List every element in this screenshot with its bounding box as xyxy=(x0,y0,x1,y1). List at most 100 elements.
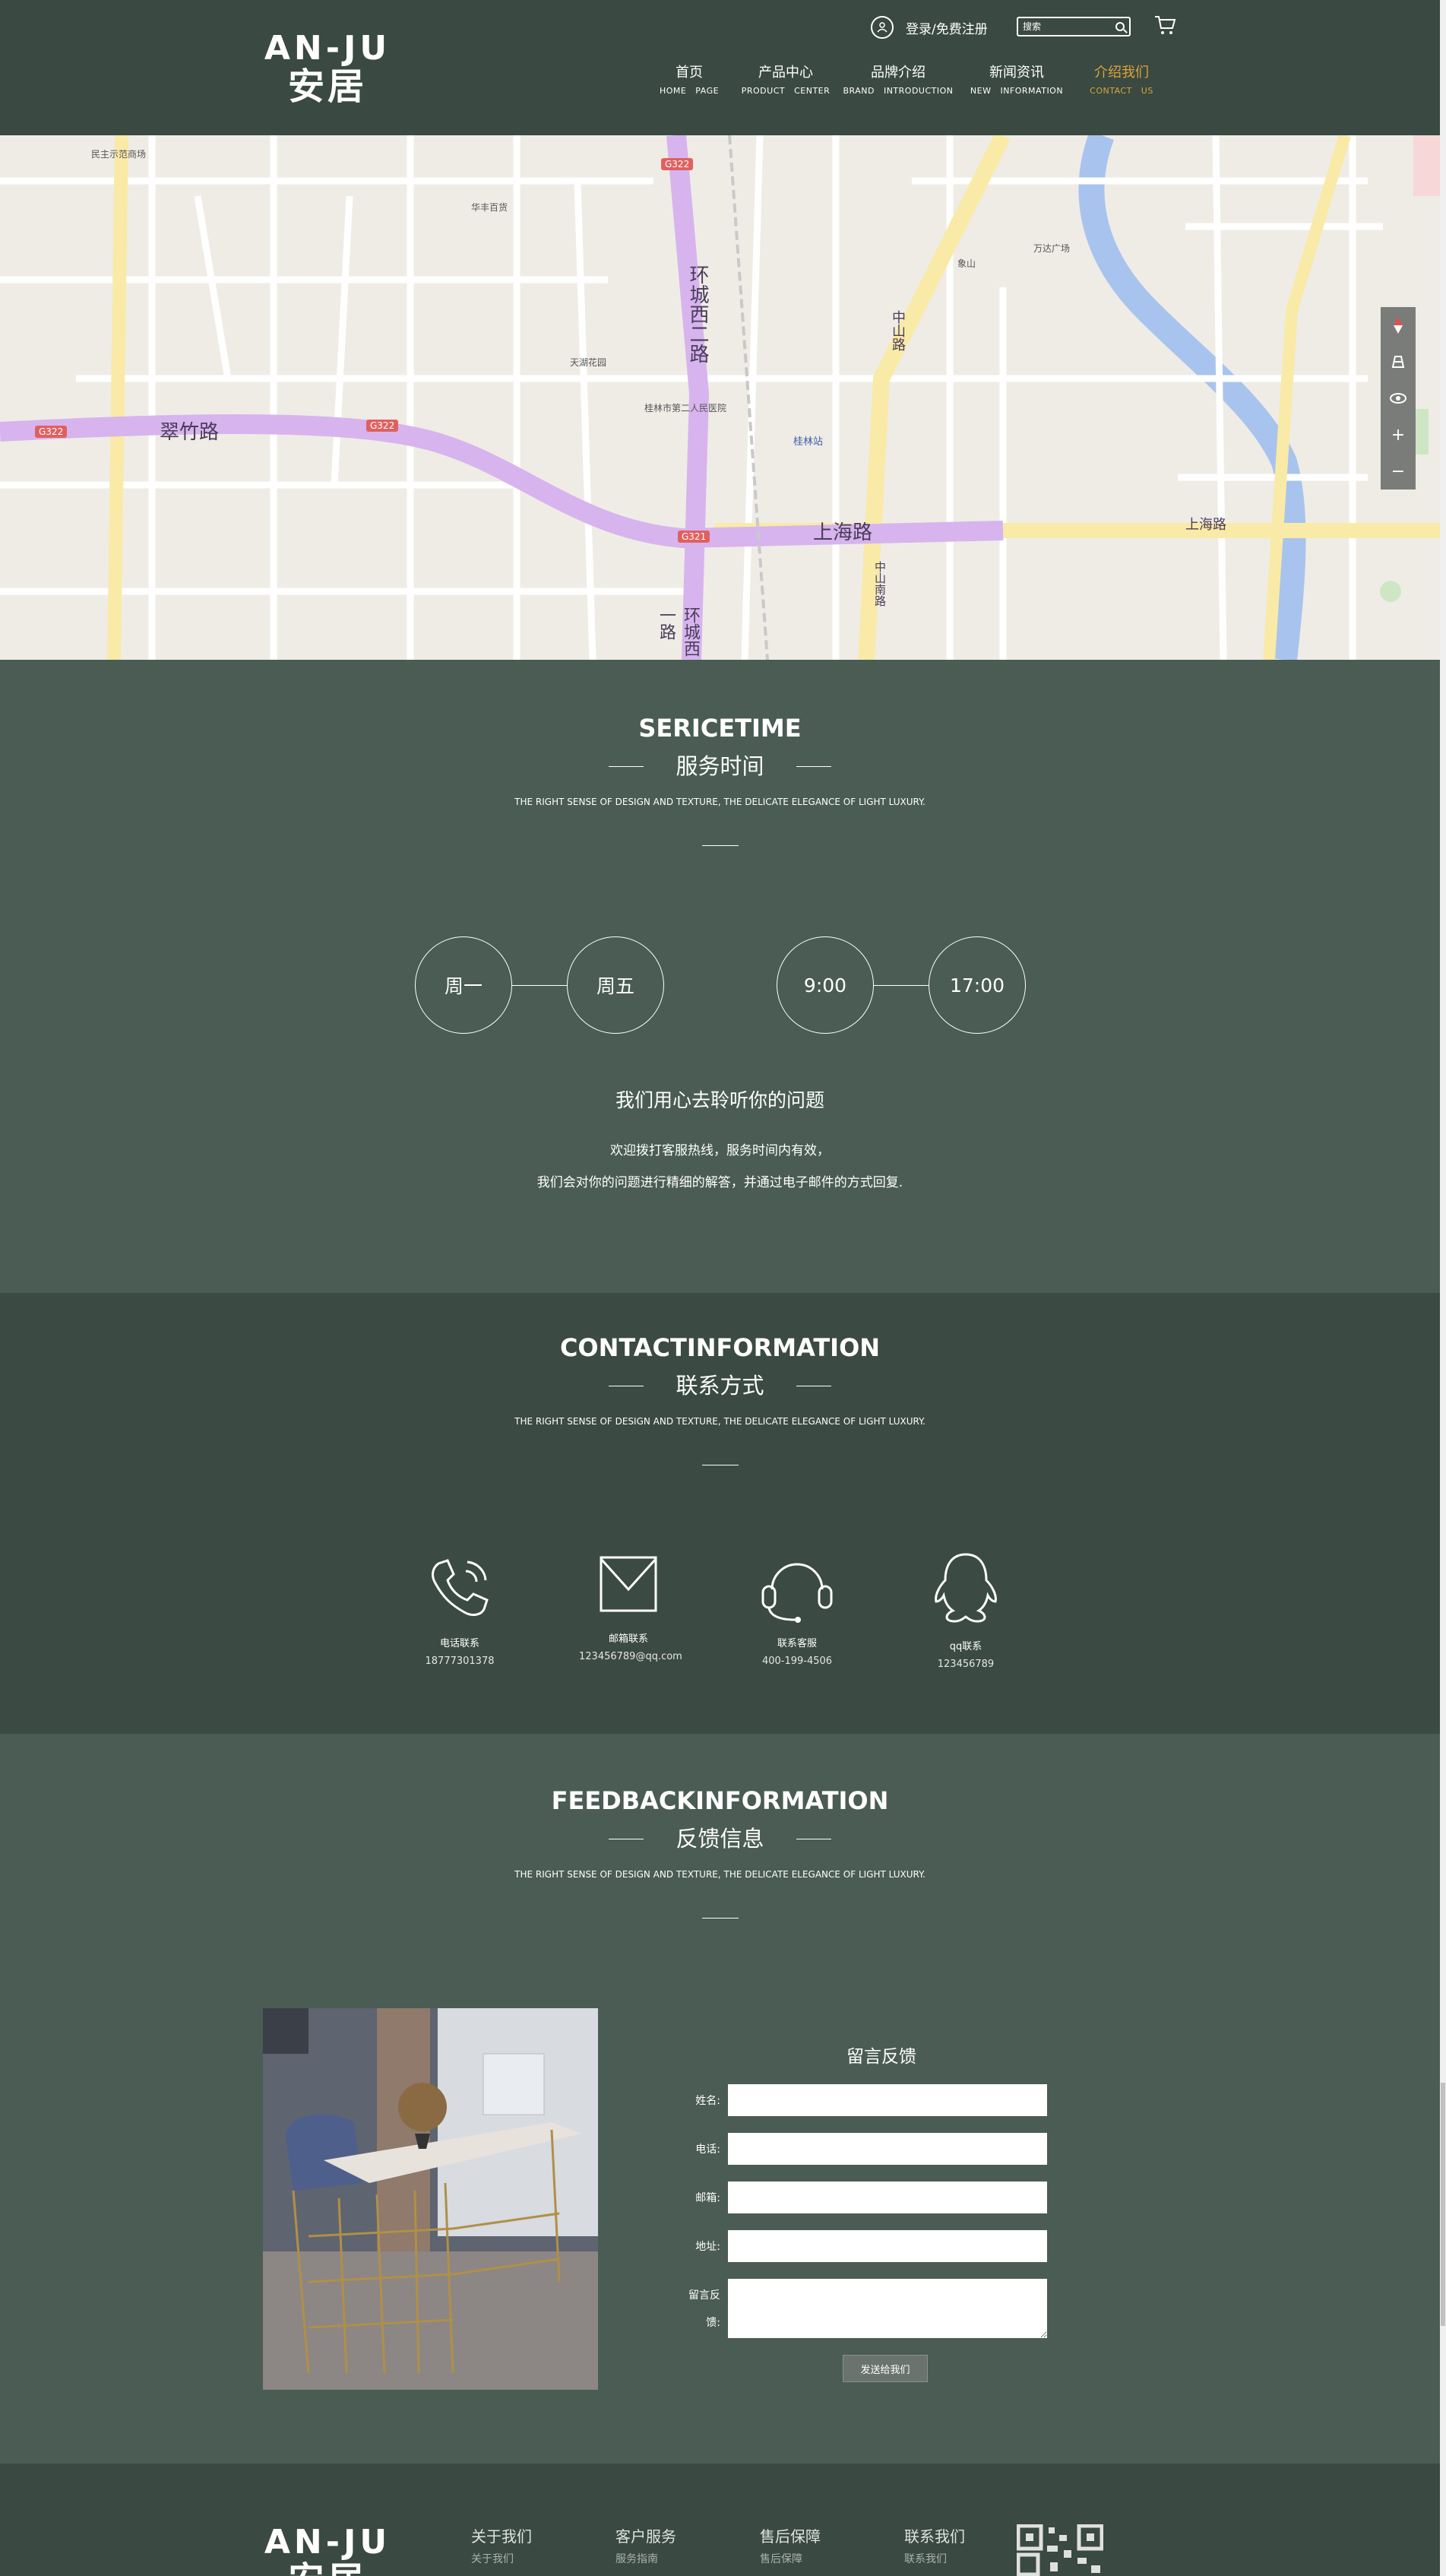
footer-col-heading[interactable]: 售后保障 xyxy=(760,2524,904,2546)
footer-col-heading[interactable]: 客户服务 xyxy=(615,2524,760,2546)
contact-label: 电话联系 xyxy=(439,1638,479,1649)
footer-col-heading[interactable]: 关于我们 xyxy=(471,2524,615,2546)
contact-label: 联系客服 xyxy=(777,1638,817,1649)
message-label-line: 馈: xyxy=(706,2317,720,2329)
map-label-zhongshan: 中山路 xyxy=(890,310,906,351)
user-icon[interactable] xyxy=(871,16,894,39)
message-field[interactable] xyxy=(728,2279,1047,2338)
feedback-title-cn: 反馈信息 xyxy=(676,1826,764,1852)
service-title-cn: 服务时间 xyxy=(676,753,764,779)
map-label-cuizhu: 翠竹路 xyxy=(160,421,220,444)
headset-icon xyxy=(761,1563,833,1623)
map-poi[interactable]: 万达广场 xyxy=(1033,242,1070,255)
divider xyxy=(701,845,739,846)
map-badge-g322: G322 xyxy=(35,426,68,438)
title-line-right xyxy=(796,765,831,767)
map-controls: + − xyxy=(1381,307,1416,490)
day-start-circle: 周一 xyxy=(415,936,512,1034)
name-label: 姓名: xyxy=(695,2095,720,2107)
address-field[interactable] xyxy=(728,2230,1047,2262)
compass-icon[interactable] xyxy=(1381,307,1416,344)
service-hours: 周一 周五 9:00 17:00 xyxy=(415,936,1026,1035)
nav-home[interactable]: 首页 HOME PAGE xyxy=(646,62,732,99)
footer-col-service: 客户服务 服务指南 xyxy=(615,2524,760,2566)
page-scrollbar-thumb[interactable] xyxy=(1441,2083,1445,2326)
map-poi[interactable]: 天湖花园 xyxy=(570,356,606,369)
nav-brand-label: 品牌介绍 xyxy=(871,65,926,81)
mail-icon xyxy=(600,1556,657,1612)
user-area: 登录/免费注册 xyxy=(871,15,988,40)
service-heading: 我们用心去聆听你的问题 xyxy=(615,1089,824,1111)
eye-icon[interactable] xyxy=(1381,380,1416,417)
feedback-title-en: FEEDBACKINFORMATION xyxy=(551,1786,889,1815)
nav-products-sublabel: PRODUCT CENTER xyxy=(741,86,831,96)
nav-home-label: 首页 xyxy=(676,65,703,81)
site-footer: AN-JU 安居 关于我们 关于我们 客户服务 服务指南 售后保障 售后保障 联… xyxy=(0,2464,1440,2576)
phone-icon xyxy=(432,1559,489,1616)
footer-col-about: 关于我们 关于我们 xyxy=(471,2524,615,2566)
cart-icon[interactable] xyxy=(1153,14,1176,36)
contact-value: 123456789@qq.com xyxy=(579,1651,682,1662)
search-input[interactable] xyxy=(1023,21,1106,32)
day-end-circle: 周五 xyxy=(567,936,664,1034)
email-field[interactable] xyxy=(728,2182,1047,2213)
nav-news[interactable]: 新闻资讯 NEW INFORMATION xyxy=(957,62,1076,99)
zoom-out-icon[interactable]: − xyxy=(1381,453,1416,490)
map-poi[interactable]: 象山 xyxy=(957,257,976,270)
contact-title-cn: 联系方式 xyxy=(676,1373,764,1399)
nav-news-label: 新闻资讯 xyxy=(989,65,1044,81)
logo[interactable]: AN-JU 安居 xyxy=(263,30,392,107)
footer-col-link[interactable]: 售后保障 xyxy=(760,2551,904,2566)
contact-phone[interactable]: 电话联系 18777301378 xyxy=(410,1551,509,1667)
map-poi[interactable]: 民主示范商场 xyxy=(91,147,146,160)
message-label-line: 留言反 xyxy=(688,2289,720,2302)
footer-links: 关于我们 关于我们 客户服务 服务指南 售后保障 售后保障 联系我们 联系我们 xyxy=(471,2524,1049,2566)
main-nav: 首页 HOME PAGE 产品中心 PRODUCT CENTER 品牌介绍 BR… xyxy=(646,62,1167,99)
service-time-section: SERICETIME 服务时间 THE RIGHT SENSE OF DESIG… xyxy=(0,660,1440,1293)
phone-field[interactable] xyxy=(728,2133,1047,2165)
map-poi[interactable]: 华丰百货 xyxy=(471,201,508,214)
service-text-line: 欢迎拨打客服热线，服务时间内有效， xyxy=(610,1143,830,1158)
location-map[interactable]: 翠竹路 上海路 上海路 环城西一路 环城西二路 中山路 中山南路 G322 G3… xyxy=(0,135,1440,660)
search-icon[interactable] xyxy=(1115,22,1125,31)
zoom-in-icon[interactable]: + xyxy=(1381,417,1416,453)
submit-button[interactable]: 发送给我们 xyxy=(843,2355,928,2382)
contact-service[interactable]: 联系客服 400-199-4506 xyxy=(748,1551,846,1667)
name-field[interactable] xyxy=(728,2084,1047,2116)
time-start-circle: 9:00 xyxy=(777,936,874,1034)
layers-icon[interactable] xyxy=(1381,344,1416,380)
nav-brand[interactable]: 品牌介绍 BRAND INTRODUCTION xyxy=(839,62,957,99)
contact-value: 400-199-4506 xyxy=(761,1656,833,1667)
contact-qq[interactable]: qq联系 123456789 xyxy=(916,1551,1015,1670)
map-poi-station[interactable]: 桂林站 xyxy=(793,433,823,448)
nav-products-label: 产品中心 xyxy=(758,65,813,81)
connector-line xyxy=(874,985,929,986)
footer-col-link[interactable]: 关于我们 xyxy=(471,2551,615,2566)
nav-contact-label: 介绍我们 xyxy=(1094,65,1149,81)
nav-contact[interactable]: 介绍我们 CONTACT US xyxy=(1076,62,1167,99)
divider xyxy=(701,1918,739,1919)
contact-value: 123456789 xyxy=(937,1659,995,1670)
contact-mail[interactable]: 邮箱联系 123456789@qq.com xyxy=(579,1551,682,1662)
login-register-link[interactable]: 登录/免费注册 xyxy=(906,18,988,37)
footer-col-aftersales: 售后保障 售后保障 xyxy=(760,2524,904,2566)
map-badge-g322: G322 xyxy=(661,158,694,170)
nav-contact-sublabel: CONTACT US xyxy=(1090,86,1153,96)
time-start: 9:00 xyxy=(803,974,847,996)
map-label-huancheng2: 环城西二路 xyxy=(686,265,709,363)
map-label-shanghai2: 上海路 xyxy=(1185,517,1226,533)
service-text-line: 我们会对你的问题进行精细的解答，并通过电子邮件的方式回复. xyxy=(536,1175,903,1190)
footer-logo[interactable]: AN-JU 安居 xyxy=(263,2524,392,2576)
feedback-subtitle: THE RIGHT SENSE OF DESIGN AND TEXTURE, T… xyxy=(514,1869,926,1880)
time-end-circle: 17:00 xyxy=(929,936,1026,1034)
nav-products[interactable]: 产品中心 PRODUCT CENTER xyxy=(732,62,839,99)
map-poi[interactable]: 桂林市第二人民医院 xyxy=(644,401,726,414)
day-start: 周一 xyxy=(444,975,483,997)
contact-section: CONTACTINFORMATION 联系方式 THE RIGHT SENSE … xyxy=(0,1293,1440,1734)
map-canvas xyxy=(0,135,1440,660)
footer-col-link[interactable]: 服务指南 xyxy=(615,2551,760,2566)
time-end: 17:00 xyxy=(949,974,1005,996)
qr-code-icon xyxy=(1016,2524,1104,2576)
map-label-huancheng: 环城西一路 xyxy=(657,607,700,657)
map-label-shanghai: 上海路 xyxy=(813,521,873,544)
